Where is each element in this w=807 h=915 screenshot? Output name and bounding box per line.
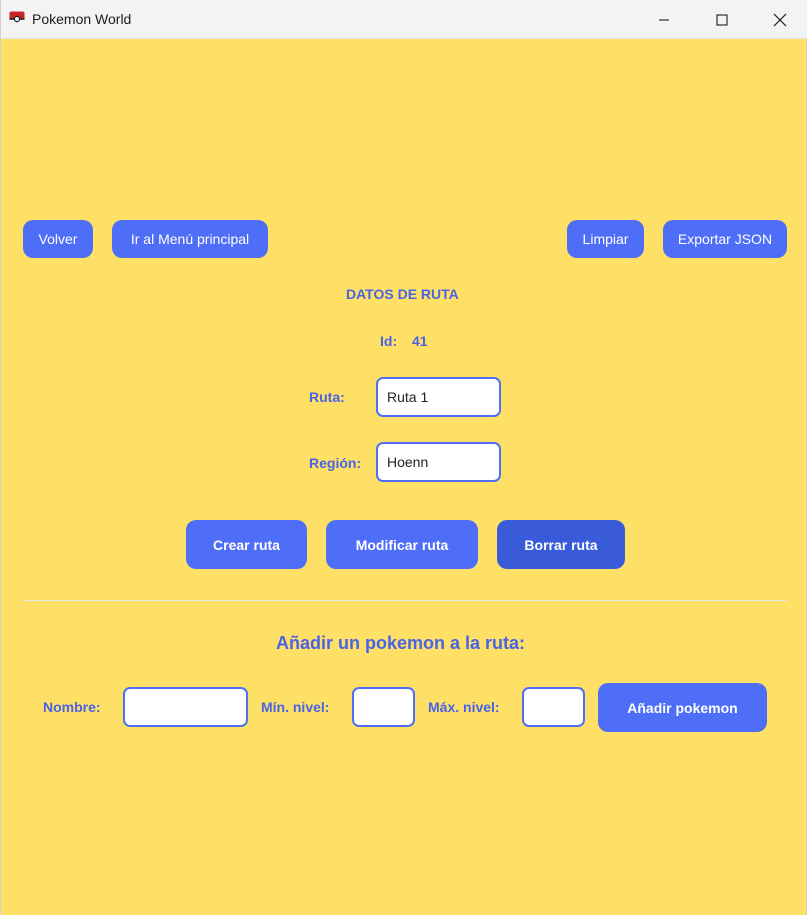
route-heading: DATOS DE RUTA [346, 286, 459, 302]
section-divider [23, 600, 787, 601]
title-bar[interactable]: Pokemon World [1, 0, 807, 39]
close-icon [773, 13, 787, 27]
minimize-button[interactable] [635, 0, 693, 39]
maximize-icon [716, 13, 728, 26]
modify-route-button[interactable]: Modificar ruta [326, 520, 478, 569]
export-json-button[interactable]: Exportar JSON [663, 220, 787, 258]
region-label: Región: [309, 455, 362, 471]
add-pokemon-heading: Añadir un pokemon a la ruta: [276, 633, 526, 653]
maximize-button[interactable] [693, 0, 751, 39]
min-level-label: Mín. nivel: [261, 699, 330, 715]
id-label: Id: [380, 333, 398, 349]
max-level-input[interactable] [522, 687, 585, 727]
main-menu-button[interactable]: Ir al Menú principal [112, 220, 268, 258]
pokemon-name-input[interactable] [123, 687, 248, 727]
delete-route-button[interactable]: Borrar ruta [497, 520, 625, 569]
app-window: Pokemon World Volver Ir al Menú principa… [0, 0, 807, 915]
pokemon-name-label: Nombre: [43, 699, 101, 715]
route-name-label: Ruta: [309, 389, 345, 405]
window-title: Pokemon World [32, 11, 132, 27]
max-level-label: Máx. nivel: [428, 699, 500, 715]
min-level-input[interactable] [352, 687, 415, 727]
back-button[interactable]: Volver [23, 220, 93, 258]
minimize-icon [658, 14, 670, 26]
create-route-button[interactable]: Crear ruta [186, 520, 307, 569]
close-button[interactable] [751, 0, 807, 39]
pokeball-icon [9, 11, 25, 27]
clear-button[interactable]: Limpiar [567, 220, 644, 258]
route-name-input[interactable]: Ruta 1 [376, 377, 501, 417]
region-input[interactable]: Hoenn [376, 442, 501, 482]
add-pokemon-button[interactable]: Añadir pokemon [598, 683, 767, 732]
id-value: 41 [412, 333, 428, 349]
